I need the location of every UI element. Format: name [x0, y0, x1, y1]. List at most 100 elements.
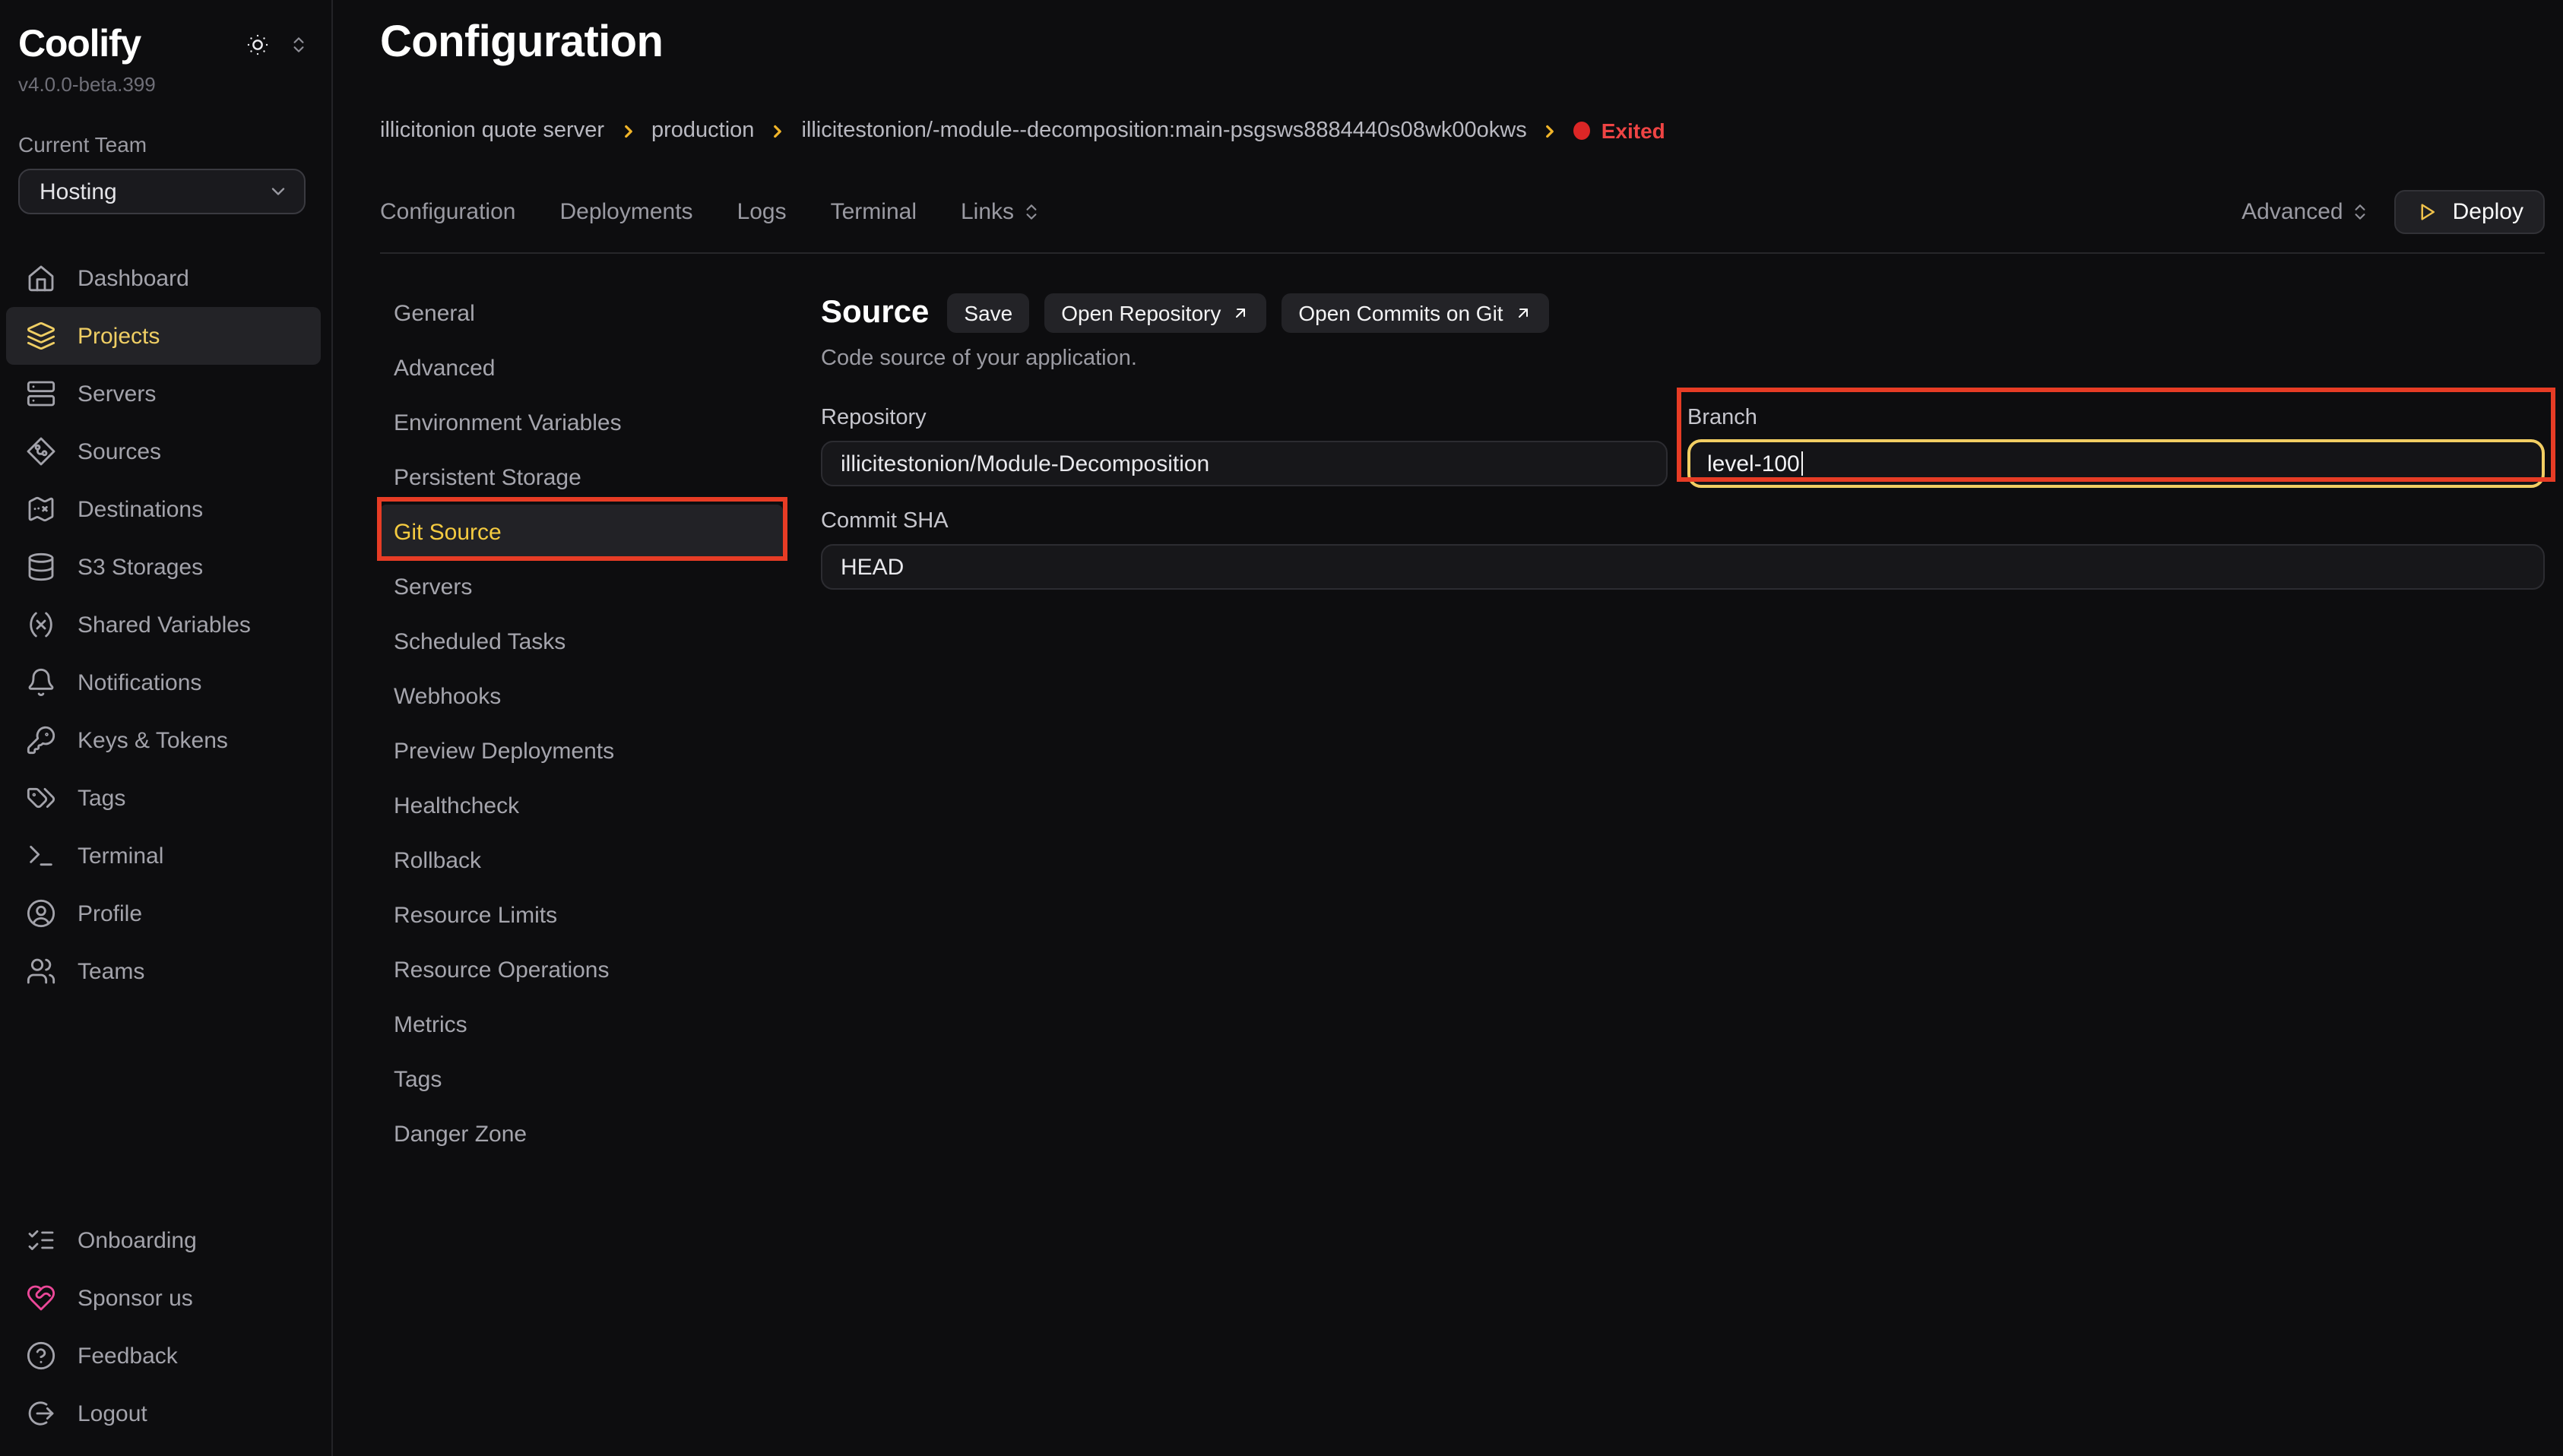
sidebar-item-s3-storages[interactable]: S3 Storages [0, 538, 331, 596]
branch-input[interactable]: level-100 [1687, 440, 2545, 489]
sidebar-item-label: Sponsor us [78, 1285, 193, 1311]
tab-links[interactable]: Links [961, 199, 1041, 225]
repository-field: Repository [821, 407, 1668, 489]
subnav-item-tags[interactable]: Tags [380, 1052, 783, 1107]
status-dot-icon [1574, 122, 1591, 141]
subnav-item-general[interactable]: General [380, 286, 783, 341]
sidebar-item-label: Notifications [78, 669, 201, 695]
advanced-dropdown[interactable]: Advanced [2241, 199, 2370, 225]
subnav-item-metrics[interactable]: Metrics [380, 998, 783, 1052]
subnav-item-preview-deployments[interactable]: Preview Deployments [380, 724, 783, 779]
sidebar-item-label: Profile [78, 901, 142, 926]
list-checks-icon [26, 1225, 56, 1255]
subnav-item-rollback[interactable]: Rollback [380, 834, 783, 888]
sidebar: Coolify v4.0.0-beta.399 Current Team Hos… [0, 0, 333, 1456]
subnav-item-danger-zone[interactable]: Danger Zone [380, 1107, 783, 1162]
chevrons-up-down-icon [2351, 202, 2371, 222]
text-cursor [1801, 452, 1804, 476]
home-icon [26, 263, 56, 293]
sidebar-item-logout[interactable]: Logout [0, 1385, 331, 1442]
chevron-down-icon [268, 181, 289, 202]
sidebar-item-projects[interactable]: Projects [6, 307, 321, 365]
breadcrumb: illicitonion quote server production ill… [380, 119, 2545, 144]
deploy-label: Deploy [2453, 199, 2523, 225]
subnav-item-git-source[interactable]: Git Source [380, 505, 783, 560]
users-icon [26, 956, 56, 986]
subnav-item-resource-operations[interactable]: Resource Operations [380, 943, 783, 998]
theme-switcher-chevrons-icon[interactable] [289, 34, 309, 54]
advanced-label: Advanced [2241, 199, 2343, 225]
tab-links-label: Links [961, 199, 1014, 225]
main-content: Configuration illicitonion quote server … [333, 0, 2563, 1456]
logout-icon [26, 1398, 56, 1429]
play-icon [2416, 201, 2439, 223]
source-header: Source Save Open Repository Open Commits… [821, 294, 2545, 334]
git-source-icon [26, 436, 56, 467]
sidebar-nav: Dashboard Projects Servers Sources Desti… [0, 249, 331, 1000]
git-source-panel: Source Save Open Repository Open Commits… [821, 286, 2545, 1456]
sidebar-item-feedback[interactable]: Feedback [0, 1327, 331, 1385]
sidebar-item-label: Sources [78, 438, 161, 464]
terminal-icon [26, 840, 56, 871]
subnav-item-environment-variables[interactable]: Environment Variables [380, 396, 783, 451]
open-commits-button[interactable]: Open Commits on Git [1282, 294, 1548, 334]
variable-icon [26, 609, 56, 640]
tab-terminal[interactable]: Terminal [831, 199, 917, 225]
open-repository-label: Open Repository [1061, 302, 1221, 326]
source-form: Repository Branch level-100 Commit SHA [821, 407, 2545, 590]
deploy-button[interactable]: Deploy [2395, 190, 2545, 234]
sidebar-item-sources[interactable]: Sources [0, 423, 331, 480]
sidebar-item-keys-tokens[interactable]: Keys & Tokens [0, 711, 331, 769]
sidebar-item-onboarding[interactable]: Onboarding [0, 1211, 331, 1269]
branch-field: Branch level-100 [1687, 407, 2545, 489]
subnav-item-resource-limits[interactable]: Resource Limits [380, 888, 783, 943]
sidebar-item-sponsor-us[interactable]: Sponsor us [0, 1269, 331, 1327]
tabs-divider [380, 253, 2545, 255]
sidebar-item-terminal[interactable]: Terminal [0, 827, 331, 885]
sidebar-item-label: Keys & Tokens [78, 727, 228, 753]
sidebar-item-label: Terminal [78, 843, 163, 869]
sidebar-item-dashboard[interactable]: Dashboard [0, 249, 331, 307]
commit-sha-input[interactable] [821, 545, 2545, 590]
sidebar-item-profile[interactable]: Profile [0, 885, 331, 942]
open-repository-button[interactable]: Open Repository [1044, 294, 1266, 334]
subnav-item-healthcheck[interactable]: Healthcheck [380, 779, 783, 834]
breadcrumb-environment[interactable]: production [651, 119, 754, 144]
subnav-item-scheduled-tasks[interactable]: Scheduled Tasks [380, 615, 783, 669]
server-icon [26, 378, 56, 409]
theme-sun-icon[interactable] [245, 31, 271, 57]
sidebar-item-tags[interactable]: Tags [0, 769, 331, 827]
help-circle-icon [26, 1340, 56, 1371]
tab-logs[interactable]: Logs [737, 199, 787, 225]
status-text: Exited [1601, 119, 1665, 144]
breadcrumb-application[interactable]: illicitestonion/-module--decomposition:m… [801, 119, 1526, 144]
repository-input[interactable] [821, 442, 1668, 487]
sidebar-item-label: Projects [78, 323, 160, 349]
heart-handshake-icon [26, 1283, 56, 1313]
save-button[interactable]: Save [947, 294, 1029, 334]
sidebar-item-notifications[interactable]: Notifications [0, 654, 331, 711]
user-circle-icon [26, 898, 56, 929]
subnav-item-webhooks[interactable]: Webhooks [380, 669, 783, 724]
tab-deployments[interactable]: Deployments [559, 199, 692, 225]
subnav-item-persistent-storage[interactable]: Persistent Storage [380, 451, 783, 505]
sidebar-footer-nav: Onboarding Sponsor us Feedback Logout [0, 1211, 331, 1456]
subnav-item-servers[interactable]: Servers [380, 560, 783, 615]
sidebar-item-shared-variables[interactable]: Shared Variables [0, 596, 331, 654]
sidebar-item-label: Tags [78, 785, 125, 811]
chevron-right-icon [768, 122, 787, 141]
sidebar-item-label: Shared Variables [78, 612, 251, 638]
team-select[interactable]: Hosting [18, 169, 306, 214]
sidebar-item-servers[interactable]: Servers [0, 365, 331, 423]
breadcrumb-project[interactable]: illicitonion quote server [380, 119, 604, 144]
chevron-right-icon [618, 122, 638, 141]
sidebar-item-teams[interactable]: Teams [0, 942, 331, 1000]
chevron-right-icon [1541, 122, 1560, 141]
sidebar-item-label: Destinations [78, 496, 203, 522]
tab-configuration[interactable]: Configuration [380, 199, 515, 225]
subnav-item-advanced[interactable]: Advanced [380, 341, 783, 396]
tags-icon [26, 783, 56, 813]
sidebar-item-destinations[interactable]: Destinations [0, 480, 331, 538]
sidebar-item-label: Teams [78, 958, 144, 984]
source-heading: Source [821, 296, 929, 332]
